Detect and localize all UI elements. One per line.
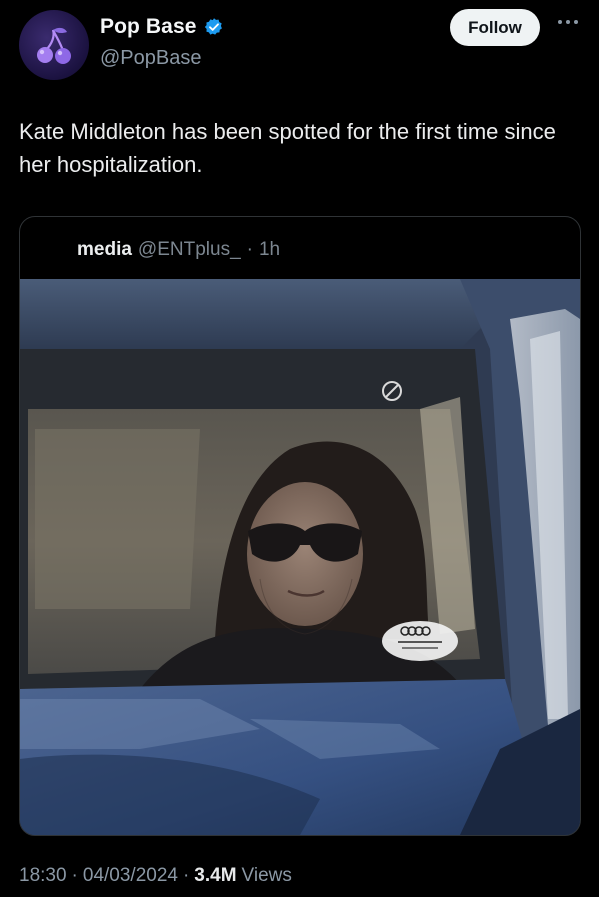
tweet-header: Pop Base @PopBase Follow [0,0,599,90]
follow-button[interactable]: Follow [450,9,540,46]
verified-badge-icon [204,18,222,35]
quote-separator: · [246,239,253,260]
meta-separator: · [182,865,190,886]
views-count: 3.4M [194,865,237,886]
handle[interactable]: @PopBase [100,47,201,70]
tweet-time[interactable]: 18:30 [19,865,67,887]
quote-time[interactable]: 1h [259,239,280,261]
tweet-date[interactable]: 04/03/2024 [83,865,178,887]
quote-author-name[interactable]: media [77,239,132,261]
quote-author-handle[interactable]: @ENTplus_ [138,239,241,261]
meta-separator: · [71,865,78,886]
display-name[interactable]: Pop Base [100,15,197,39]
quote-media-photo[interactable] [20,279,580,835]
avatar[interactable] [19,10,89,80]
cherries-icon [37,27,71,64]
more-dots-icon[interactable] [556,16,580,28]
quoted-tweet-card[interactable]: media @ENTplus_ · 1h [19,216,581,836]
tweet-meta: 18:30 · 04/03/2024 · 3.4M Views [19,865,292,887]
tweet-text: Kate Middleton has been spotted for the … [19,119,556,177]
views-label: Views [241,865,292,886]
name-row: Pop Base [100,15,224,39]
quote-header: media @ENTplus_ · 1h [77,239,280,261]
